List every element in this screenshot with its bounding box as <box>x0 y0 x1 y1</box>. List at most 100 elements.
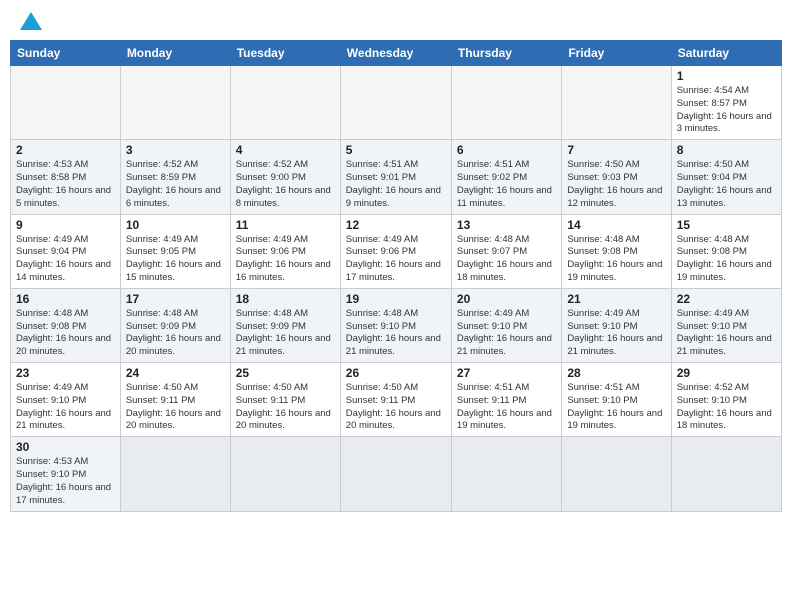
calendar-day-cell <box>562 437 671 511</box>
logo <box>18 14 42 32</box>
day-number: 12 <box>346 218 446 232</box>
calendar-day-cell: 14Sunrise: 4:48 AM Sunset: 9:08 PM Dayli… <box>562 214 671 288</box>
day-number: 27 <box>457 366 556 380</box>
calendar-day-cell: 10 Sunrise: 4:49 AM Sunset: 9:05 PM Dayli… <box>120 214 230 288</box>
calendar-day-cell: 7 Sunrise: 4:50 AM Sunset: 9:03 PM Daylig… <box>562 140 671 214</box>
day-info: Sunrise: 4:48 AM Sunset: 9:09 PM Dayligh… <box>236 308 335 359</box>
calendar-day-cell: 24Sunrise: 4:50 AM Sunset: 9:11 PM Dayli… <box>120 363 230 437</box>
day-number: 28 <box>567 366 665 380</box>
day-info: Sunrise: 4:49 AM Sunset: 9:10 PM Dayligh… <box>16 382 115 433</box>
calendar-day-cell: 21 Sunrise: 4:49 AM Sunset: 9:10 PM Dayli… <box>562 288 671 362</box>
day-number: 4 <box>236 143 335 157</box>
calendar-week-row: 23 Sunrise: 4:49 AM Sunset: 9:10 PM Dayli… <box>11 363 782 437</box>
calendar-day-cell: 30 Sunrise: 4:53 AM Sunset: 9:10 PM Dayli… <box>11 437 121 511</box>
day-number: 8 <box>677 143 776 157</box>
col-header-thursday: Thursday <box>451 41 561 66</box>
day-number: 10 <box>126 218 225 232</box>
day-number: 2 <box>16 143 115 157</box>
calendar-day-cell: 17 Sunrise: 4:48 AM Sunset: 9:09 PM Dayli… <box>120 288 230 362</box>
calendar-day-cell: 13 Sunrise: 4:48 AM Sunset: 9:07 PM Dayli… <box>451 214 561 288</box>
calendar-day-cell <box>451 66 561 140</box>
col-header-saturday: Saturday <box>671 41 781 66</box>
day-number: 1 <box>677 69 776 83</box>
calendar-day-cell: 20Sunrise: 4:49 AM Sunset: 9:10 PM Dayli… <box>451 288 561 362</box>
calendar-week-row: 9 Sunrise: 4:49 AM Sunset: 9:04 PM Daylig… <box>11 214 782 288</box>
day-number: 29 <box>677 366 776 380</box>
day-info: Sunrise: 4:49 AM Sunset: 9:10 PM Dayligh… <box>457 308 556 359</box>
day-info: Sunrise: 4:52 AM Sunset: 8:59 PM Dayligh… <box>126 159 225 210</box>
calendar-day-cell: 15 Sunrise: 4:48 AM Sunset: 9:08 PM Dayli… <box>671 214 781 288</box>
calendar-day-cell: 18Sunrise: 4:48 AM Sunset: 9:09 PM Dayli… <box>230 288 340 362</box>
col-header-sunday: Sunday <box>11 41 121 66</box>
day-info: Sunrise: 4:53 AM Sunset: 9:10 PM Dayligh… <box>16 456 115 507</box>
calendar-day-cell: 4Sunrise: 4:52 AM Sunset: 9:00 PM Daylig… <box>230 140 340 214</box>
calendar-day-cell <box>120 66 230 140</box>
day-info: Sunrise: 4:49 AM Sunset: 9:04 PM Dayligh… <box>16 234 115 285</box>
day-number: 9 <box>16 218 115 232</box>
day-info: Sunrise: 4:49 AM Sunset: 9:10 PM Dayligh… <box>567 308 665 359</box>
day-info: Sunrise: 4:48 AM Sunset: 9:10 PM Dayligh… <box>346 308 446 359</box>
calendar-day-cell: 23 Sunrise: 4:49 AM Sunset: 9:10 PM Dayli… <box>11 363 121 437</box>
day-info: Sunrise: 4:48 AM Sunset: 9:08 PM Dayligh… <box>16 308 115 359</box>
day-number: 15 <box>677 218 776 232</box>
calendar-day-cell: 2Sunrise: 4:53 AM Sunset: 8:58 PM Daylig… <box>11 140 121 214</box>
day-info: Sunrise: 4:50 AM Sunset: 9:03 PM Dayligh… <box>567 159 665 210</box>
day-number: 23 <box>16 366 115 380</box>
day-info: Sunrise: 4:49 AM Sunset: 9:10 PM Dayligh… <box>677 308 776 359</box>
day-info: Sunrise: 4:49 AM Sunset: 9:06 PM Dayligh… <box>346 234 446 285</box>
day-info: Sunrise: 4:48 AM Sunset: 9:08 PM Dayligh… <box>677 234 776 285</box>
day-number: 17 <box>126 292 225 306</box>
calendar-day-cell: 28 Sunrise: 4:51 AM Sunset: 9:10 PM Dayli… <box>562 363 671 437</box>
day-number: 11 <box>236 218 335 232</box>
calendar-day-cell <box>11 66 121 140</box>
calendar-day-cell: 27 Sunrise: 4:51 AM Sunset: 9:11 PM Dayli… <box>451 363 561 437</box>
calendar-day-cell: 3 Sunrise: 4:52 AM Sunset: 8:59 PM Daylig… <box>120 140 230 214</box>
day-info: Sunrise: 4:51 AM Sunset: 9:01 PM Dayligh… <box>346 159 446 210</box>
calendar-day-cell: 12 Sunrise: 4:49 AM Sunset: 9:06 PM Dayli… <box>340 214 451 288</box>
day-number: 16 <box>16 292 115 306</box>
day-info: Sunrise: 4:54 AM Sunset: 8:57 PM Dayligh… <box>677 85 776 136</box>
calendar-day-cell: 5 Sunrise: 4:51 AM Sunset: 9:01 PM Daylig… <box>340 140 451 214</box>
col-header-monday: Monday <box>120 41 230 66</box>
day-number: 25 <box>236 366 335 380</box>
calendar-day-cell: 19 Sunrise: 4:48 AM Sunset: 9:10 PM Dayli… <box>340 288 451 362</box>
day-info: Sunrise: 4:48 AM Sunset: 9:08 PM Dayligh… <box>567 234 665 285</box>
calendar-day-cell <box>230 66 340 140</box>
day-number: 6 <box>457 143 556 157</box>
calendar-day-cell: 1 Sunrise: 4:54 AM Sunset: 8:57 PM Daylig… <box>671 66 781 140</box>
calendar-day-cell: 25Sunrise: 4:50 AM Sunset: 9:11 PM Dayli… <box>230 363 340 437</box>
day-info: Sunrise: 4:48 AM Sunset: 9:09 PM Dayligh… <box>126 308 225 359</box>
day-number: 19 <box>346 292 446 306</box>
calendar-day-cell <box>671 437 781 511</box>
calendar-day-cell: 11 Sunrise: 4:49 AM Sunset: 9:06 PM Dayli… <box>230 214 340 288</box>
day-number: 22 <box>677 292 776 306</box>
day-number: 7 <box>567 143 665 157</box>
calendar-day-cell <box>340 437 451 511</box>
day-info: Sunrise: 4:49 AM Sunset: 9:06 PM Dayligh… <box>236 234 335 285</box>
calendar-week-row: 30 Sunrise: 4:53 AM Sunset: 9:10 PM Dayli… <box>11 437 782 511</box>
day-number: 3 <box>126 143 225 157</box>
calendar-week-row: 1 Sunrise: 4:54 AM Sunset: 8:57 PM Daylig… <box>11 66 782 140</box>
day-info: Sunrise: 4:51 AM Sunset: 9:11 PM Dayligh… <box>457 382 556 433</box>
day-number: 5 <box>346 143 446 157</box>
col-header-tuesday: Tuesday <box>230 41 340 66</box>
calendar-day-cell <box>230 437 340 511</box>
day-info: Sunrise: 4:48 AM Sunset: 9:07 PM Dayligh… <box>457 234 556 285</box>
day-info: Sunrise: 4:52 AM Sunset: 9:10 PM Dayligh… <box>677 382 776 433</box>
calendar-day-cell <box>451 437 561 511</box>
day-info: Sunrise: 4:49 AM Sunset: 9:05 PM Dayligh… <box>126 234 225 285</box>
day-info: Sunrise: 4:50 AM Sunset: 9:11 PM Dayligh… <box>126 382 225 433</box>
day-number: 21 <box>567 292 665 306</box>
col-header-wednesday: Wednesday <box>340 41 451 66</box>
logo-triangle-icon <box>20 10 42 32</box>
calendar-day-cell: 22 Sunrise: 4:49 AM Sunset: 9:10 PM Dayli… <box>671 288 781 362</box>
calendar-day-cell: 8Sunrise: 4:50 AM Sunset: 9:04 PM Daylig… <box>671 140 781 214</box>
day-info: Sunrise: 4:51 AM Sunset: 9:10 PM Dayligh… <box>567 382 665 433</box>
calendar-day-cell: 6 Sunrise: 4:51 AM Sunset: 9:02 PM Daylig… <box>451 140 561 214</box>
calendar-day-cell: 9 Sunrise: 4:49 AM Sunset: 9:04 PM Daylig… <box>11 214 121 288</box>
day-info: Sunrise: 4:51 AM Sunset: 9:02 PM Dayligh… <box>457 159 556 210</box>
col-header-friday: Friday <box>562 41 671 66</box>
day-number: 13 <box>457 218 556 232</box>
calendar-day-cell: 29 Sunrise: 4:52 AM Sunset: 9:10 PM Dayli… <box>671 363 781 437</box>
day-number: 30 <box>16 440 115 454</box>
